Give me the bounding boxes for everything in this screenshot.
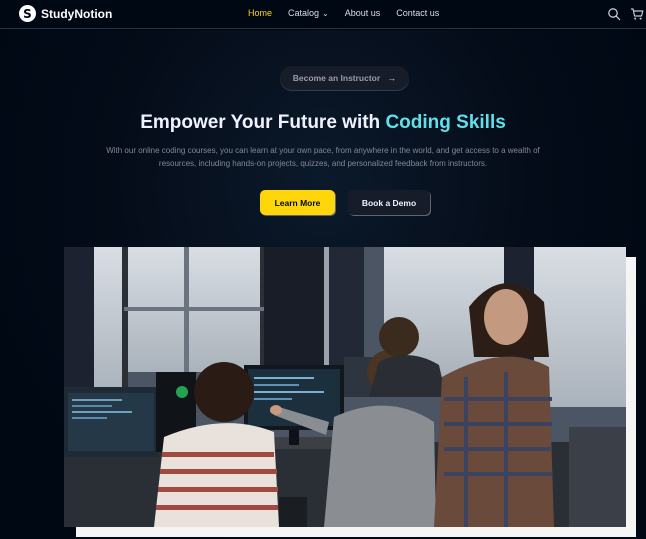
nav-link-contact[interactable]: Contact us bbox=[396, 8, 439, 18]
learn-more-button[interactable]: Learn More bbox=[260, 190, 335, 215]
book-demo-button[interactable]: Book a Demo bbox=[348, 190, 430, 215]
studynotion-logo-icon: S bbox=[19, 5, 36, 22]
nav-links: Home Catalog ⌄ About us Contact us bbox=[248, 8, 455, 18]
hero-video[interactable] bbox=[64, 247, 626, 527]
headline-highlight: Coding Skills bbox=[385, 112, 506, 133]
navbar: S StudyNotion Home Catalog ⌄ About us Con… bbox=[0, 0, 646, 29]
nav-link-catalog[interactable]: Catalog ⌄ bbox=[288, 8, 329, 18]
cta-row: Learn More Book a Demo bbox=[260, 190, 430, 215]
nav-link-home[interactable]: Home bbox=[248, 8, 272, 18]
arrow-right-icon: → bbox=[387, 73, 397, 83]
nav-link-about[interactable]: About us bbox=[345, 8, 381, 18]
nav-link-catalog-label: Catalog bbox=[288, 8, 320, 18]
logo[interactable]: S StudyNotion bbox=[19, 5, 112, 22]
cart-icon[interactable] bbox=[630, 7, 644, 21]
hero-subtext: With our online coding courses, you can … bbox=[106, 146, 540, 168]
nav-icons bbox=[598, 7, 644, 21]
become-instructor-label: Become an Instructor bbox=[292, 73, 381, 83]
hero-video-illustration bbox=[64, 247, 626, 527]
logo-text: StudyNotion bbox=[41, 6, 113, 21]
search-icon[interactable] bbox=[607, 7, 621, 21]
chevron-down-icon: ⌄ bbox=[322, 9, 329, 18]
become-instructor-button[interactable]: Become an Instructor → bbox=[280, 66, 409, 90]
hero-headline: Empower Your Future with Coding Skills bbox=[0, 112, 646, 134]
headline-prefix: Empower Your Future with bbox=[140, 112, 386, 133]
